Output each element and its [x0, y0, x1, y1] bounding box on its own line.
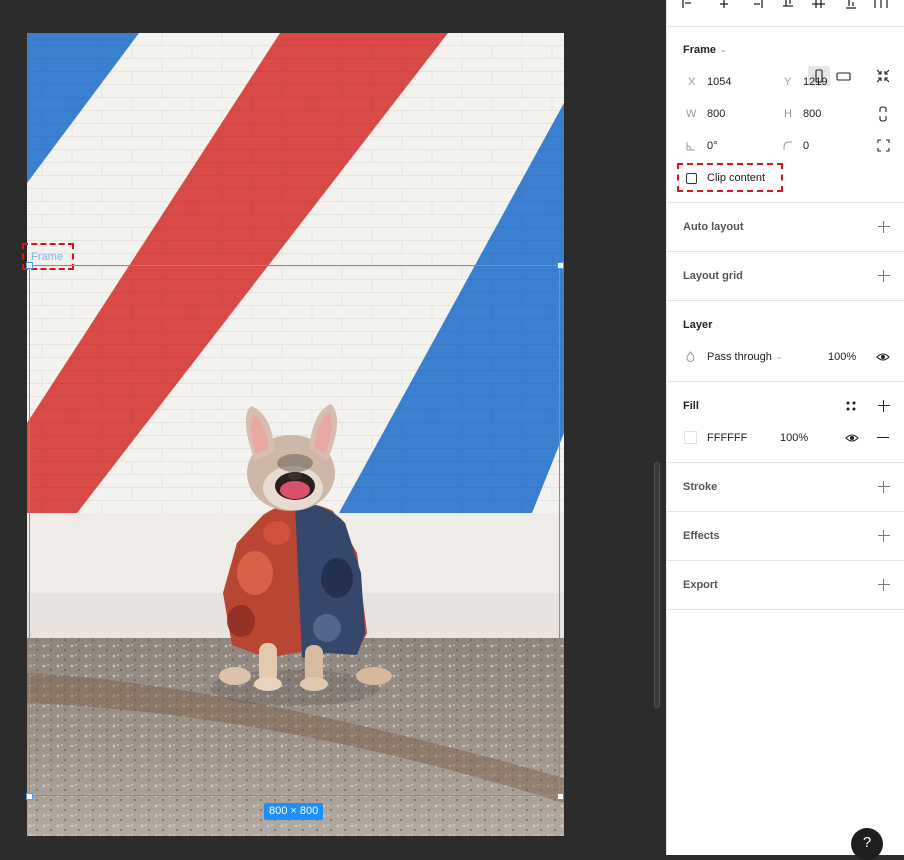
- align-left-icon[interactable]: [681, 0, 697, 10]
- canvas-scrollbar[interactable]: [654, 462, 660, 708]
- remove-fill-icon[interactable]: [877, 437, 889, 438]
- selection-box[interactable]: [29, 265, 560, 796]
- export-section: Export: [667, 561, 904, 610]
- eye-icon[interactable]: [876, 352, 890, 362]
- rotation-input[interactable]: 0°: [707, 140, 718, 152]
- add-effect-icon[interactable]: [878, 530, 890, 542]
- frame-title: Frame: [683, 44, 717, 56]
- align-vertical-center-icon[interactable]: [811, 0, 827, 10]
- eye-icon[interactable]: [845, 433, 859, 443]
- effects-title: Effects: [683, 530, 720, 542]
- stroke-section: Stroke: [667, 463, 904, 512]
- landscape-icon: [836, 72, 851, 81]
- fill-hex-input[interactable]: FFFFFF: [707, 432, 747, 444]
- clip-content-annotation-box: [677, 163, 783, 192]
- corner-radius-input[interactable]: 0: [803, 140, 809, 152]
- align-bottom-icon[interactable]: [844, 0, 860, 10]
- frame-dropdown[interactable]: Frame ⌄: [683, 44, 727, 56]
- y-label: Y: [784, 76, 792, 88]
- layer-section: Layer Pass through ⌄ 100%: [667, 301, 904, 382]
- chevron-down-icon: ⌄: [775, 352, 783, 361]
- canvas[interactable]: Frame 800 × 800: [0, 0, 666, 855]
- fill-color-swatch[interactable]: [684, 431, 697, 444]
- h-label: H: [784, 108, 792, 120]
- export-title: Export: [683, 579, 718, 591]
- layer-title: Layer: [683, 319, 713, 331]
- resize-handle-top-left[interactable]: [26, 262, 33, 269]
- independent-corners-icon[interactable]: [877, 139, 890, 152]
- add-auto-layout-icon[interactable]: [878, 221, 890, 233]
- y-input[interactable]: 1219: [803, 76, 827, 88]
- layer-opacity-input[interactable]: 100%: [828, 351, 856, 363]
- add-fill-icon[interactable]: [878, 400, 890, 412]
- effects-section: Effects: [667, 512, 904, 561]
- size-badge: 800 × 800: [264, 803, 324, 820]
- blend-mode-dropdown[interactable]: Pass through ⌄: [707, 351, 783, 363]
- blend-mode-value: Pass through: [707, 351, 772, 363]
- align-horizontal-center-icon[interactable]: [716, 0, 732, 10]
- constrain-proportions-icon[interactable]: [878, 106, 888, 122]
- help-button[interactable]: ?: [851, 828, 883, 860]
- resize-handle-bottom-left[interactable]: [26, 793, 33, 800]
- landscape-orientation-button[interactable]: [833, 66, 855, 86]
- auto-layout-section: Auto layout: [667, 203, 904, 252]
- blend-mode-icon: [686, 351, 695, 362]
- corner-radius-icon: [783, 141, 792, 150]
- properties-panel: Frame ⌄ X 1054 Y 1219 W 800 H 800 0° 0 C…: [666, 0, 904, 855]
- add-layout-grid-icon[interactable]: [878, 270, 890, 282]
- auto-layout-title: Auto layout: [683, 221, 744, 233]
- layout-grid-section: Layout grid: [667, 252, 904, 301]
- width-input[interactable]: 800: [707, 108, 725, 120]
- chevron-down-icon: ⌄: [720, 45, 727, 54]
- add-stroke-icon[interactable]: [878, 481, 890, 493]
- fill-section: Fill: [667, 382, 904, 463]
- x-label: X: [688, 76, 696, 88]
- resize-to-fit-icon[interactable]: [876, 69, 890, 83]
- resize-handle-top-right[interactable]: [557, 262, 564, 269]
- style-grid-icon[interactable]: [845, 400, 857, 412]
- layout-grid-title: Layout grid: [683, 270, 743, 282]
- rotation-icon: [686, 142, 695, 151]
- stroke-title: Stroke: [683, 481, 718, 493]
- fill-title: Fill: [683, 400, 699, 412]
- alignment-toolbar: [667, 0, 904, 27]
- w-label: W: [686, 108, 697, 120]
- align-top-icon[interactable]: [781, 0, 797, 10]
- x-input[interactable]: 1054: [707, 76, 731, 88]
- resize-handle-bottom-right[interactable]: [557, 793, 564, 800]
- distribute-icon[interactable]: [873, 0, 889, 10]
- align-right-icon[interactable]: [750, 0, 766, 10]
- fill-opacity-input[interactable]: 100%: [780, 432, 808, 444]
- height-input[interactable]: 800: [803, 108, 821, 120]
- add-export-icon[interactable]: [878, 579, 890, 591]
